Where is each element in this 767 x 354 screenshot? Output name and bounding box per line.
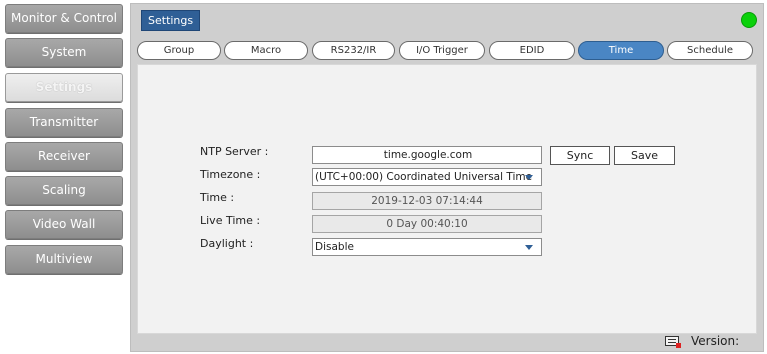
ntp-server-input[interactable]: time.google.com — [312, 146, 542, 164]
tab-macro[interactable]: Macro — [224, 41, 308, 60]
tab-label: EDID — [519, 45, 545, 56]
daylight-value: Disable — [315, 241, 354, 253]
tab-io-trigger[interactable]: I/O Trigger — [399, 41, 485, 60]
tab-bar: Group Macro RS232/IR I/O Trigger EDID Ti… — [137, 41, 757, 60]
sidebar-item-scaling[interactable]: Scaling — [5, 176, 123, 205]
sidebar-item-multiview[interactable]: Multiview — [5, 245, 123, 274]
tab-label: Group — [163, 45, 195, 56]
chevron-down-icon — [525, 175, 533, 180]
sidebar-item-transmitter[interactable]: Transmitter — [5, 108, 123, 137]
sidebar-item-receiver[interactable]: Receiver — [5, 142, 123, 171]
sidebar-item-label: Settings — [35, 80, 93, 94]
sidebar-item-label: Video Wall — [32, 217, 96, 231]
sidebar-item-label: Multiview — [35, 252, 93, 266]
daylight-label: Daylight : — [200, 237, 254, 250]
tab-label: Time — [608, 45, 634, 56]
live-time-field: 0 Day 00:40:10 — [312, 215, 542, 233]
tab-label: Macro — [250, 45, 282, 56]
time-label: Time : — [200, 191, 235, 204]
status-indicator-icon — [741, 12, 757, 28]
sidebar-item-label: Monitor & Control — [11, 11, 117, 25]
tab-rs232-ir[interactable]: RS232/IR — [312, 41, 395, 60]
daylight-select[interactable]: Disable — [312, 238, 542, 256]
keyboard-icon[interactable] — [665, 336, 681, 348]
sidebar-item-settings[interactable]: Settings — [5, 73, 123, 102]
tab-schedule[interactable]: Schedule — [667, 41, 753, 60]
timezone-label: Timezone : — [200, 168, 261, 181]
time-value: 2019-12-03 07:14:44 — [371, 195, 483, 207]
sidebar-item-system[interactable]: System — [5, 38, 123, 67]
timezone-select[interactable]: (UTC+00:00) Coordinated Universal Time — [312, 168, 542, 186]
live-time-value: 0 Day 00:40:10 — [386, 218, 468, 230]
sidebar-item-label: Receiver — [38, 149, 90, 163]
tab-label: Schedule — [687, 45, 733, 56]
tab-time[interactable]: Time — [578, 41, 664, 60]
sidebar: Monitor & Control System Settings Transm… — [0, 0, 130, 354]
save-button[interactable]: Save — [614, 146, 675, 165]
tab-label: I/O Trigger — [416, 45, 468, 56]
live-time-label: Live Time : — [200, 214, 261, 227]
tab-edid[interactable]: EDID — [489, 41, 575, 60]
sync-button[interactable]: Sync — [550, 146, 610, 165]
sidebar-item-monitor-control[interactable]: Monitor & Control — [5, 4, 123, 33]
chevron-down-icon — [525, 245, 533, 250]
main-panel: Settings Group Macro RS232/IR I/O Trigge… — [130, 3, 764, 352]
sidebar-item-label: System — [41, 45, 87, 59]
tab-label: RS232/IR — [330, 45, 377, 56]
timezone-value: (UTC+00:00) Coordinated Universal Time — [315, 171, 533, 183]
time-settings-panel: NTP Server : time.google.com Sync Save T… — [137, 64, 757, 334]
version-label: Version: — [691, 334, 740, 348]
sidebar-item-label: Scaling — [42, 183, 86, 197]
time-field: 2019-12-03 07:14:44 — [312, 192, 542, 210]
tab-group[interactable]: Group — [137, 41, 221, 60]
breadcrumb: Settings — [141, 10, 201, 31]
ntp-server-value: time.google.com — [383, 149, 473, 161]
ntp-server-label: NTP Server : — [200, 145, 269, 158]
sidebar-item-video-wall[interactable]: Video Wall — [5, 210, 123, 239]
footer: Version: — [131, 333, 763, 351]
sidebar-item-label: Transmitter — [29, 115, 99, 129]
